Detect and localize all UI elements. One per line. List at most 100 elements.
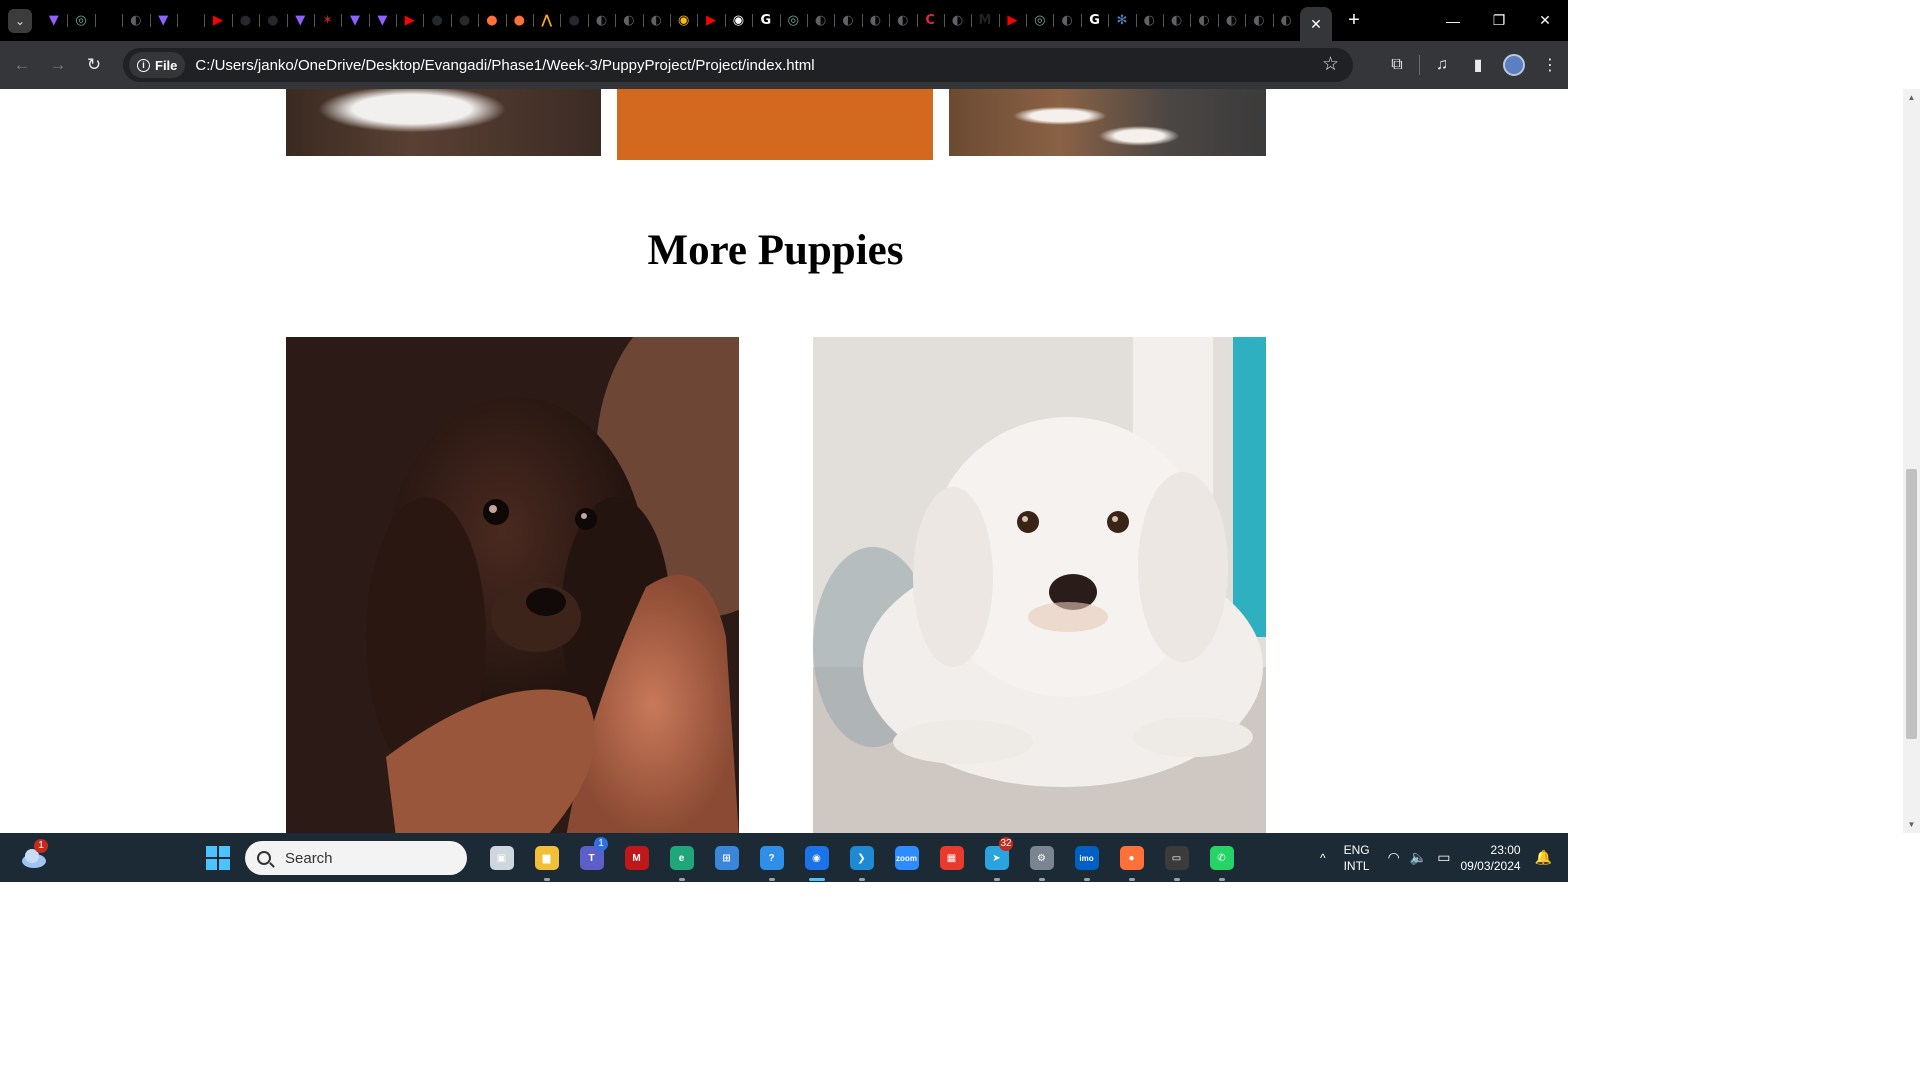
browser-tab[interactable]: ✶: [313, 0, 341, 41]
browser-tab[interactable]: ▼: [40, 0, 67, 41]
browser-tab[interactable]: M: [971, 0, 998, 41]
browser-tab[interactable]: ●: [478, 0, 505, 41]
scrollbar-thumb[interactable]: [1906, 469, 1917, 739]
forward-button[interactable]: →: [40, 47, 76, 83]
browser-tab[interactable]: ●: [560, 0, 587, 41]
browser-tab[interactable]: ◎: [779, 0, 807, 41]
taskbar-app[interactable]: ▆: [524, 841, 569, 881]
browser-tab[interactable]: G: [752, 0, 779, 41]
browser-tab[interactable]: ◐: [1163, 0, 1190, 41]
start-button[interactable]: [206, 846, 230, 870]
browser-tab[interactable]: ●: [231, 0, 259, 41]
bookmark-star-icon[interactable]: ☆: [1322, 53, 1339, 76]
tab-search-button[interactable]: ⌄: [8, 8, 32, 33]
taskbar-app[interactable]: e: [659, 841, 704, 881]
globe-icon: ◐: [1061, 13, 1073, 28]
wifi-icon[interactable]: ◠: [1388, 849, 1400, 866]
address-bar[interactable]: i File C:/Users/janko/OneDrive/Desktop/E…: [123, 48, 1353, 82]
media-control-icon[interactable]: ♫: [1424, 47, 1460, 83]
browser-tab[interactable]: ◐: [889, 0, 916, 41]
taskbar-app[interactable]: ▭: [1154, 841, 1199, 881]
browser-tab[interactable]: G: [1080, 0, 1108, 41]
taskbar-app[interactable]: zoom: [884, 841, 929, 875]
taskbar-app[interactable]: ❯: [839, 841, 884, 881]
browser-tab[interactable]: ◐: [615, 0, 642, 41]
browser-tab[interactable]: ●: [505, 0, 533, 41]
taskbar-app[interactable]: ?: [749, 841, 794, 881]
browser-tab[interactable]: ✻: [1108, 0, 1135, 41]
browser-tab[interactable]: ◐: [1053, 0, 1080, 41]
restore-button[interactable]: ❐: [1476, 0, 1522, 41]
taskbar-app[interactable]: ▦: [929, 841, 974, 875]
browser-tab[interactable]: ◉: [724, 0, 752, 41]
clock[interactable]: 23:00 09/03/2024: [1461, 842, 1521, 874]
taskbar-app[interactable]: ⊞: [704, 841, 749, 875]
menu-kebab-icon[interactable]: ⋮: [1532, 47, 1568, 83]
scroll-up-icon[interactable]: ▲: [1903, 93, 1920, 102]
taskbar-search[interactable]: Search: [245, 841, 467, 875]
browser-tab[interactable]: ◐: [122, 0, 149, 41]
taskbar-app[interactable]: ◉: [794, 841, 839, 881]
page-scrollbar[interactable]: ▲ ▼: [1903, 89, 1920, 833]
battery-icon[interactable]: ▭: [1437, 849, 1450, 866]
taskbar-app[interactable]: ▣: [479, 841, 524, 875]
side-panel-icon[interactable]: ▮: [1460, 47, 1496, 83]
notification-bell-icon[interactable]: 🔔: [1535, 849, 1552, 866]
browser-tab[interactable]: ◐: [642, 0, 670, 41]
browser-tab[interactable]: ◐: [1272, 0, 1300, 41]
browser-tab[interactable]: ◎: [67, 0, 94, 41]
scroll-down-icon[interactable]: ▼: [1903, 820, 1920, 829]
browser-tab[interactable]: ◐: [1190, 0, 1217, 41]
volume-icon[interactable]: 🔈: [1410, 849, 1427, 866]
url-text[interactable]: C:/Users/janko/OneDrive/Desktop/Evangadi…: [195, 57, 814, 74]
back-button[interactable]: ←: [4, 47, 40, 83]
globe-icon: ◐: [1143, 13, 1155, 28]
tab-active[interactable]: ✕: [1299, 7, 1332, 41]
taskbar-app[interactable]: M: [614, 841, 659, 875]
reload-button[interactable]: ↻: [76, 47, 112, 83]
browser-tab[interactable]: ▶: [396, 0, 423, 41]
taskbar-app[interactable]: ✆: [1199, 841, 1244, 881]
browser-toolbar: ← → ↻ i File C:/Users/janko/OneDrive/Des…: [0, 41, 1568, 89]
browser-tab[interactable]: ⋀: [533, 0, 560, 41]
weather-widget[interactable]: 1: [20, 839, 48, 871]
browser-tab[interactable]: [94, 0, 122, 41]
browser-tab[interactable]: ▼: [368, 0, 396, 41]
close-window-button[interactable]: ✕: [1522, 0, 1568, 41]
browser-tab[interactable]: ◐: [806, 0, 834, 41]
taskbar-app[interactable]: imo: [1064, 841, 1109, 881]
close-icon[interactable]: ✕: [1310, 16, 1322, 33]
browser-tab[interactable]: ◉: [669, 0, 697, 41]
browser-tab[interactable]: ◐: [861, 0, 889, 41]
browser-tab[interactable]: ▼: [149, 0, 177, 41]
taskbar-app[interactable]: ➤ 32: [974, 837, 1019, 881]
chevron-up-icon[interactable]: ^: [1320, 851, 1326, 865]
language-indicator[interactable]: ENG INTL: [1344, 842, 1370, 874]
new-tab-button[interactable]: +: [1338, 5, 1370, 37]
browser-tab[interactable]: ◐: [943, 0, 971, 41]
browser-tab[interactable]: ●: [450, 0, 478, 41]
taskbar-app[interactable]: ●: [1109, 841, 1154, 881]
youtube-icon: ▶: [706, 13, 717, 28]
taskbar-app[interactable]: T1: [569, 837, 614, 875]
browser-tab[interactable]: ◐: [1217, 0, 1245, 41]
browser-tab[interactable]: ◎: [1026, 0, 1053, 41]
site-info-chip[interactable]: i File: [129, 52, 186, 78]
browser-tab[interactable]: ◐: [834, 0, 861, 41]
browser-tab[interactable]: ◐: [587, 0, 615, 41]
browser-tab[interactable]: ⬇: [176, 0, 204, 41]
browser-tab[interactable]: ◐: [1245, 0, 1272, 41]
extensions-icon[interactable]: ⧉: [1379, 47, 1415, 83]
browser-tab[interactable]: ▶: [998, 0, 1026, 41]
browser-tab[interactable]: ●: [423, 0, 450, 41]
browser-tab[interactable]: ▼: [286, 0, 314, 41]
browser-tab[interactable]: ▶: [697, 0, 724, 41]
browser-tab[interactable]: ◐: [1135, 0, 1163, 41]
browser-tab[interactable]: ▶: [204, 0, 231, 41]
browser-tab[interactable]: ●: [259, 0, 286, 41]
minimize-button[interactable]: —: [1430, 0, 1476, 41]
taskbar-app[interactable]: ⚙: [1019, 841, 1064, 881]
profile-button[interactable]: [1496, 47, 1532, 83]
browser-tab[interactable]: C: [916, 0, 944, 41]
browser-tab[interactable]: ▼: [341, 0, 368, 41]
